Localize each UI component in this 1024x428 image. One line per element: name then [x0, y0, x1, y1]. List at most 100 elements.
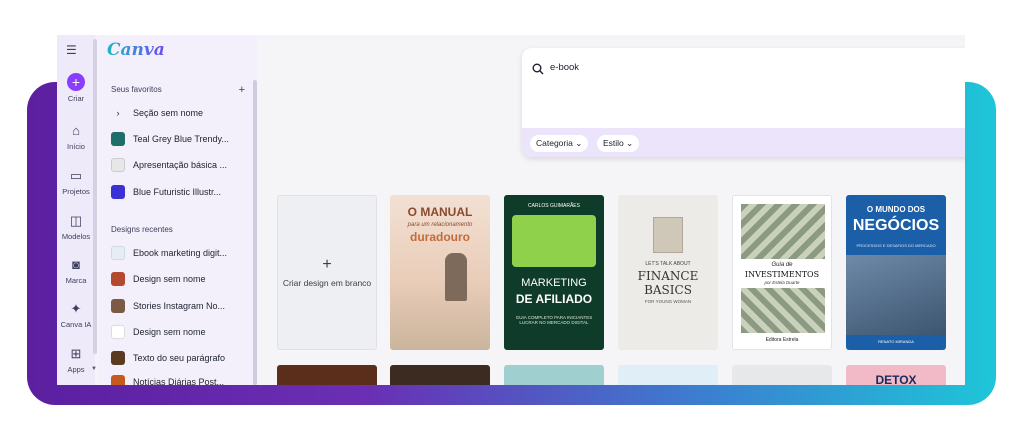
card-subtitle: GUIA COMPLETO PARA INICIANTES LUCRAR NO … — [515, 315, 593, 325]
card-author: por Estela Duarte — [764, 280, 800, 285]
favorite-label: Seção sem nome — [133, 108, 204, 118]
templates-icon: ◫ — [69, 213, 83, 228]
chevron-right-icon: › — [116, 108, 120, 118]
favorite-item[interactable]: Apresentação básica ... — [111, 157, 251, 173]
plus-icon: + — [322, 256, 332, 273]
rail-label: Marca — [65, 276, 87, 285]
template-card[interactable]: O MUNDO DOS NEGÓCIOS PROCESSOS E DESAFIO… — [846, 195, 946, 350]
recent-title: Designs recentes — [111, 225, 173, 234]
business-photo — [846, 255, 946, 335]
search-input[interactable] — [550, 62, 965, 73]
recent-label: Stories Instagram No... — [133, 301, 226, 311]
left-icon-rail: ☰ + Criar ⌂ Início ▭ Projetos ◫ Modelos … — [57, 35, 97, 385]
recent-item[interactable]: Design sem nome — [111, 324, 251, 340]
rail-item-projetos[interactable]: ▭ Projetos — [57, 168, 95, 196]
card-title: NEGÓCIOS — [852, 217, 940, 234]
design-thumbnail — [111, 272, 125, 286]
blank-card-label: Criar design em branco — [282, 278, 372, 288]
template-card[interactable] — [732, 365, 832, 385]
card-publisher: Editora Estrela — [765, 337, 799, 343]
design-thumbnail — [111, 132, 125, 146]
template-card[interactable] — [618, 365, 718, 385]
card-title: BASICS — [644, 283, 692, 297]
chevron-down-icon: ⌄ — [626, 138, 634, 148]
favorite-item[interactable]: Teal Grey Blue Trendy... — [111, 131, 251, 147]
folder-icon: ▭ — [69, 168, 83, 183]
filter-bar: Categoria ⌄ Estilo ⌄ — [522, 128, 965, 157]
recent-label: Design sem nome — [133, 274, 206, 284]
side-panel: Canva Seus favoritos + › Seção sem nome … — [99, 35, 257, 385]
recent-label: Ebook marketing digit... — [133, 248, 228, 258]
rail-item-modelos[interactable]: ◫ Modelos — [57, 213, 95, 241]
favorite-item[interactable]: Blue Futuristic Illustr... — [111, 184, 251, 200]
design-thumbnail — [111, 325, 125, 339]
card-subtitle: LET'S TALK ABOUT — [645, 261, 691, 267]
favorite-label: Teal Grey Blue Trendy... — [133, 134, 229, 144]
illustration — [512, 215, 596, 267]
rail-item-inicio[interactable]: ⌂ Início — [57, 123, 95, 151]
template-card[interactable]: DETOX — [846, 365, 946, 385]
recent-label: Notícias Diárias Post... — [133, 377, 225, 385]
filter-chip-estilo[interactable]: Estilo ⌄ — [597, 135, 640, 152]
rail-label: Projetos — [62, 187, 90, 196]
card-subtitle: PROCESSOS E DESAFIOS DO MERCADO — [856, 243, 936, 248]
create-blank-design-card[interactable]: + Criar design em branco — [277, 195, 377, 350]
main-content: ✕ → Categoria ⌄ Estilo ⌄ + Criar design … — [257, 40, 965, 385]
plus-icon: + — [67, 73, 85, 91]
template-card[interactable]: Guia de INVESTIMENTOS por Estela Duarte … — [732, 195, 832, 350]
card-title: MARKETING — [521, 277, 587, 289]
recent-item[interactable]: Stories Instagram No... — [111, 298, 251, 314]
recent-item[interactable]: Texto do seu parágrafo — [111, 350, 251, 366]
card-title: O MUNDO DOS — [866, 205, 926, 214]
brand-icon: ◙ — [72, 257, 80, 272]
search-box: ✕ → Categoria ⌄ Estilo ⌄ — [522, 48, 965, 157]
template-card[interactable]: LET'S TALK ABOUT FINANCE BASICS FOR YOUN… — [618, 195, 718, 350]
filter-chip-categoria[interactable]: Categoria ⌄ — [530, 135, 589, 152]
rail-label: Início — [67, 142, 85, 151]
apps-icon: ⊞ — [70, 346, 82, 361]
rail-item-criar[interactable]: + Criar — [57, 73, 95, 103]
add-favorite-icon[interactable]: + — [239, 84, 245, 96]
recent-item[interactable]: Notícias Diárias Post... — [111, 374, 251, 385]
rail-label: Modelos — [61, 232, 91, 241]
search-icon — [532, 63, 544, 75]
chip-label: Categoria — [536, 138, 573, 148]
favorites-title: Seus favoritos — [111, 85, 162, 94]
money-image — [741, 204, 825, 259]
card-subtitle: FOR YOUNG WOMAN — [644, 299, 692, 304]
recent-item[interactable]: Design sem nome — [111, 271, 251, 287]
card-title: FINANCE — [637, 269, 699, 283]
card-title: DE AFILIADO — [515, 292, 593, 306]
favorite-item[interactable]: › Seção sem nome — [111, 105, 251, 121]
sparkle-icon: ✦ — [70, 301, 82, 316]
rail-item-marca[interactable]: ◙ Marca — [57, 257, 95, 285]
favorite-label: Apresentação básica ... — [133, 160, 228, 170]
card-title: INVESTIMENTOS — [744, 270, 820, 279]
canva-window: ☰ + Criar ⌂ Início ▭ Projetos ◫ Modelos … — [57, 35, 965, 385]
template-card[interactable] — [504, 365, 604, 385]
canva-logo[interactable]: Canva — [107, 40, 165, 60]
rail-label: Canva IA — [60, 320, 92, 329]
money-image — [741, 288, 825, 333]
template-card[interactable]: CARLOS GUIMARÃES MARKETING DE AFILIADO G… — [504, 195, 604, 350]
template-card[interactable]: O MANUAL para um relacionamento duradour… — [390, 195, 490, 350]
design-thumbnail — [111, 351, 125, 365]
design-thumbnail — [111, 158, 125, 172]
design-thumbnail — [111, 185, 125, 199]
collapse-sidebar-icon[interactable]: ☰ — [66, 43, 77, 57]
rail-item-apps[interactable]: ⊞ Apps — [57, 346, 95, 374]
design-thumbnail — [111, 375, 125, 385]
card-subtitle: Guia de — [771, 262, 793, 268]
rail-label: Criar — [67, 94, 85, 103]
favorite-label: Blue Futuristic Illustr... — [133, 187, 222, 197]
card-title: DETOX — [875, 373, 917, 385]
rail-scrollbar[interactable] — [93, 39, 97, 354]
template-card[interactable] — [277, 365, 377, 385]
scroll-down-arrow-icon[interactable]: ▼ — [91, 366, 97, 372]
recent-label: Design sem nome — [133, 327, 206, 337]
recent-item[interactable]: Ebook marketing digit... — [111, 245, 251, 261]
rail-item-canva-ia[interactable]: ✦ Canva IA — [57, 301, 95, 329]
card-author: CARLOS GUIMARÃES — [528, 203, 580, 209]
card-subtitle: para um relacionamento — [407, 222, 473, 228]
template-card[interactable] — [390, 365, 490, 385]
